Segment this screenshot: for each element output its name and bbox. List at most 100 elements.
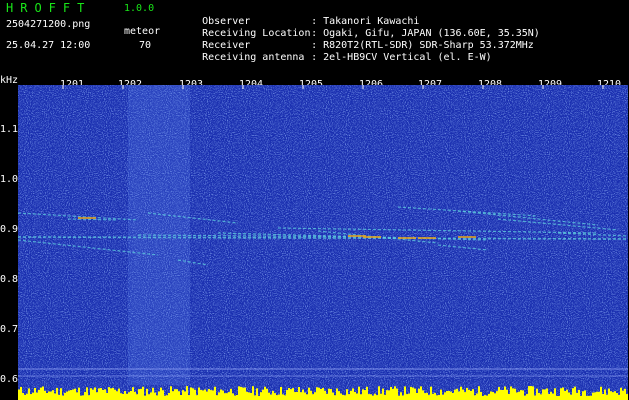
baseline-bar bbox=[480, 391, 482, 400]
baseline-bar bbox=[124, 390, 126, 400]
timestamp: 25.04.27 12:00 bbox=[6, 40, 91, 51]
baseline-bar bbox=[352, 388, 354, 400]
baseline-bar bbox=[444, 392, 446, 400]
baseline-bar bbox=[282, 394, 284, 400]
baseline-bar bbox=[254, 395, 256, 400]
baseline-bar bbox=[136, 394, 138, 400]
baseline-bar bbox=[380, 393, 382, 400]
baseline-bar bbox=[594, 392, 596, 400]
baseline-bar bbox=[270, 394, 272, 400]
baseline-bar bbox=[24, 394, 26, 400]
baseline-bar bbox=[20, 386, 22, 400]
baseline-bar bbox=[200, 389, 202, 400]
meteor-hotspot bbox=[78, 217, 96, 219]
baseline-bar bbox=[212, 390, 214, 400]
baseline-bar bbox=[208, 388, 210, 400]
baseline-bar bbox=[616, 393, 618, 400]
baseline-bar bbox=[172, 391, 174, 400]
baseline-bar bbox=[544, 389, 546, 400]
baseline-bar bbox=[292, 388, 294, 400]
baseline-bar bbox=[186, 386, 188, 400]
baseline-bar bbox=[266, 388, 268, 400]
baseline-bar bbox=[460, 386, 462, 400]
baseline-bar bbox=[90, 388, 92, 400]
baseline-bar bbox=[420, 386, 422, 400]
baseline-bar bbox=[108, 387, 110, 400]
baseline-bar bbox=[314, 392, 316, 400]
baseline-bar bbox=[218, 392, 220, 400]
baseline-bar bbox=[586, 395, 588, 400]
baseline-bar bbox=[258, 395, 260, 400]
baseline-bar bbox=[86, 387, 88, 400]
baseline-bar bbox=[374, 393, 376, 400]
baseline-bar bbox=[230, 388, 232, 400]
baseline-bar bbox=[512, 388, 514, 400]
baseline-bar bbox=[378, 386, 380, 400]
baseline-bar bbox=[170, 386, 172, 400]
baseline-bar bbox=[592, 392, 594, 400]
baseline-bar bbox=[76, 392, 78, 400]
baseline-bar bbox=[234, 395, 236, 400]
baseline-bar bbox=[100, 388, 102, 400]
baseline-bar bbox=[502, 389, 504, 400]
baseline-bar bbox=[284, 395, 286, 400]
baseline-bar bbox=[60, 388, 62, 400]
baseline-bar bbox=[226, 393, 228, 400]
baseline-bar bbox=[220, 389, 222, 400]
baseline-bar bbox=[184, 391, 186, 400]
spectrogram-plot[interactable] bbox=[18, 85, 628, 400]
baseline-bar bbox=[562, 387, 564, 400]
baseline-bar bbox=[48, 391, 50, 400]
info-sep: : bbox=[311, 52, 318, 63]
baseline-bar bbox=[510, 386, 512, 400]
app-title: HROFFT bbox=[6, 1, 92, 15]
baseline-bar bbox=[272, 390, 274, 400]
baseline-bar bbox=[388, 390, 390, 400]
baseline-bar bbox=[98, 388, 100, 400]
baseline-bar bbox=[84, 391, 86, 400]
baseline-bar bbox=[248, 392, 250, 400]
baseline-bar bbox=[156, 395, 158, 400]
info-value: 2el-HB9CV Vertical (el. E-W) bbox=[323, 52, 492, 63]
baseline-bar bbox=[414, 388, 416, 400]
baseline-bar bbox=[396, 388, 398, 400]
baseline-bar bbox=[626, 394, 628, 400]
baseline-bar bbox=[386, 390, 388, 400]
baseline-bar bbox=[110, 388, 112, 400]
baseline-bar bbox=[174, 389, 176, 400]
baseline-bar bbox=[130, 390, 132, 400]
baseline-bar bbox=[442, 394, 444, 400]
baseline-bar bbox=[382, 388, 384, 400]
baseline-bar bbox=[66, 391, 68, 400]
baseline-bar bbox=[328, 388, 330, 400]
baseline-bar bbox=[424, 393, 426, 400]
baseline-bar bbox=[584, 390, 586, 400]
baseline-bar bbox=[462, 389, 464, 400]
baseline-bar bbox=[204, 389, 206, 400]
baseline-bar bbox=[514, 388, 516, 400]
baseline-bar bbox=[240, 386, 242, 400]
baseline-bar bbox=[202, 390, 204, 400]
y-tick-label: 0.8 bbox=[0, 274, 19, 285]
baseline-bar bbox=[42, 386, 44, 400]
mode-label: meteor bbox=[124, 26, 161, 37]
baseline-bar bbox=[122, 393, 124, 400]
baseline-bar bbox=[34, 387, 36, 400]
baseline-bar bbox=[44, 390, 46, 400]
baseline-bar bbox=[464, 392, 466, 400]
baseline-bar bbox=[400, 392, 402, 400]
baseline-bar bbox=[498, 387, 500, 400]
baseline-bar bbox=[134, 391, 136, 400]
baseline-bar bbox=[492, 392, 494, 400]
baseline-bar bbox=[132, 387, 134, 400]
baseline-bar bbox=[578, 389, 580, 400]
baseline-bar bbox=[246, 391, 248, 400]
baseline-bar bbox=[148, 394, 150, 400]
baseline-bar bbox=[362, 389, 364, 400]
baseline-bar bbox=[360, 394, 362, 400]
baseline-bar bbox=[528, 386, 530, 400]
baseline-bar bbox=[506, 389, 508, 400]
y-tick-label: 0.6 bbox=[0, 374, 19, 385]
baseline-bar bbox=[112, 387, 114, 400]
baseline-bar bbox=[588, 395, 590, 400]
